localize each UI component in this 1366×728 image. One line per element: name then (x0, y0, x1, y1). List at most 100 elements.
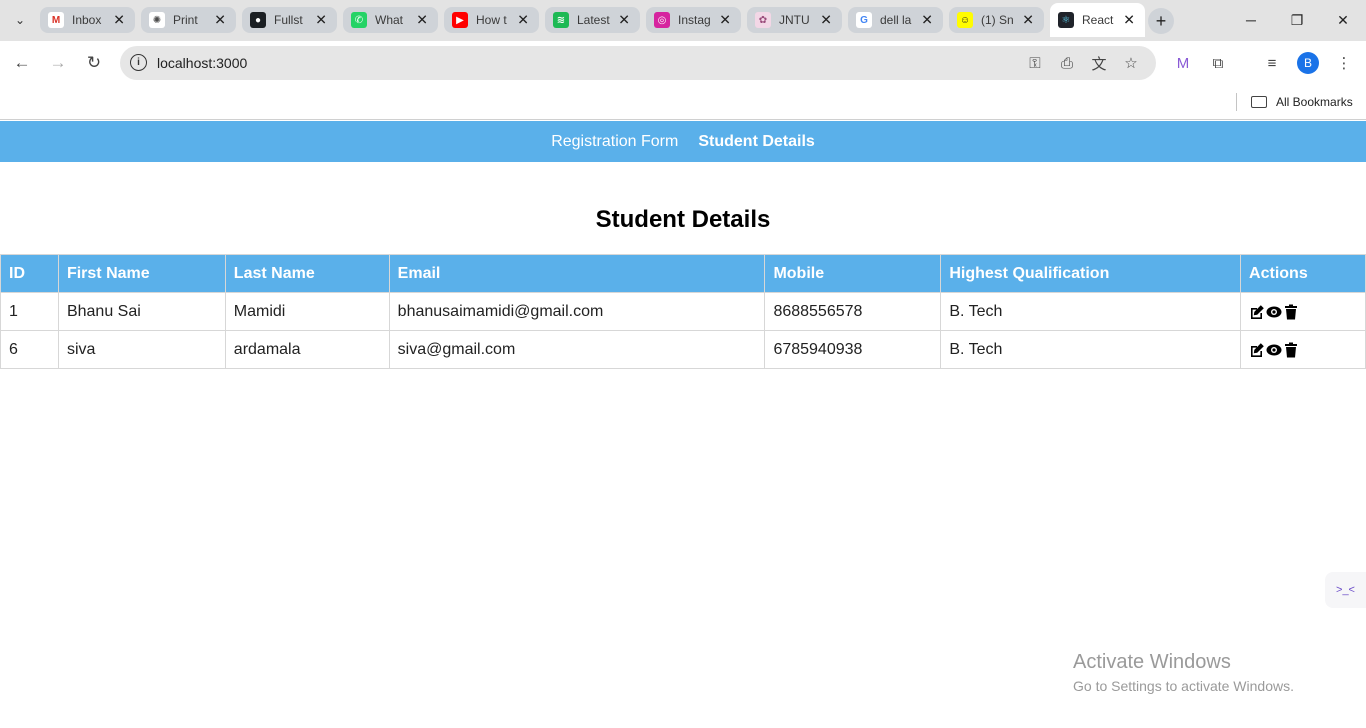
close-tab-icon[interactable]: ✕ (1123, 12, 1135, 29)
cell-email: siva@gmail.com (388, 330, 766, 369)
cell-id: 1 (0, 292, 59, 331)
tab-title: (1) Sn (981, 13, 1014, 27)
install-app-icon[interactable]: ⎙ (1057, 54, 1077, 72)
cell-id: 6 (0, 330, 59, 369)
browser-tab[interactable]: Gdell la ✕ (848, 7, 943, 33)
cell-mobile: 6785940938 (764, 330, 942, 369)
view-eye-icon[interactable] (1266, 342, 1282, 358)
browser-tab[interactable]: M Inbox ✕ (40, 7, 135, 33)
close-tab-icon[interactable]: ✕ (618, 12, 630, 29)
snapchat-icon: ☺ (957, 12, 973, 28)
row-actions (1249, 304, 1357, 320)
delete-trash-icon[interactable] (1283, 304, 1299, 320)
header-first-name: First Name (57, 254, 226, 293)
close-tab-icon[interactable]: ✕ (416, 12, 428, 29)
browser-tab[interactable]: ✆ What ✕ (343, 7, 438, 33)
tab-strip: ⌄ M Inbox ✕ ✺ Print ✕ ● Fullst ✕ ✆ What ✕ ▶ How t… (0, 0, 1366, 41)
delete-trash-icon[interactable] (1283, 342, 1299, 358)
cell-first-name: Bhanu Sai (57, 292, 226, 331)
minimize-icon[interactable]: ─ (1228, 6, 1274, 34)
reload-icon[interactable]: ↻ (82, 51, 106, 75)
gmail-icon: M (48, 12, 64, 28)
table-row: 1 Bhanu Sai Mamidi bhanusaimamidi@gmail.… (0, 292, 1366, 331)
forward-icon[interactable]: → (46, 51, 70, 75)
url-text[interactable]: localhost:3000 (157, 55, 247, 71)
cell-actions (1240, 292, 1366, 331)
close-tab-icon[interactable]: ✕ (820, 12, 832, 29)
table-row: 6 siva ardamala siva@gmail.com 678594093… (0, 330, 1366, 369)
profile-avatar[interactable]: B (1297, 52, 1319, 74)
tab-title: Fullst (274, 13, 303, 27)
browser-toolbar: ← → ↻ i localhost:3000 ⚿ ⎙ 文 ☆ M ⧉ ≡ B ⋮ (0, 41, 1366, 85)
tab-title: React (1082, 13, 1114, 27)
close-tab-icon[interactable]: ✕ (921, 12, 933, 29)
browser-tab[interactable]: ▶ How t ✕ (444, 7, 539, 33)
tab-title: How t (476, 13, 507, 27)
react-icon: ⚛ (1058, 12, 1074, 28)
extension-m-icon[interactable]: M (1172, 52, 1194, 74)
close-tab-icon[interactable]: ✕ (719, 12, 731, 29)
browser-tab[interactable]: ☺ (1) Sn ✕ (949, 7, 1044, 33)
tab-title: Latest (577, 13, 610, 27)
row-actions (1249, 342, 1357, 358)
address-bar[interactable]: i localhost:3000 ⚿ ⎙ 文 ☆ (120, 46, 1156, 80)
cell-qualification: B. Tech (940, 330, 1242, 369)
tab-list: M Inbox ✕ ✺ Print ✕ ● Fullst ✕ ✆ What ✕ ▶ How t ✕ … (40, 3, 1151, 37)
close-tab-icon[interactable]: ✕ (113, 12, 125, 29)
edit-icon[interactable] (1249, 304, 1265, 320)
student-table: ID First Name Last Name Email Mobile Hig… (0, 254, 1366, 369)
browser-tab[interactable]: ≋ Latest ✕ (545, 7, 640, 33)
whatsapp-icon: ✆ (351, 12, 367, 28)
new-tab-button[interactable]: + (1148, 8, 1174, 34)
browser-tab-active[interactable]: ⚛ React ✕ (1050, 3, 1145, 37)
cell-email: bhanusaimamidi@gmail.com (388, 292, 766, 331)
bookmarks-bar: All Bookmarks (0, 85, 1366, 120)
browser-tab[interactable]: ● Fullst ✕ (242, 7, 337, 33)
close-tab-icon[interactable]: ✕ (214, 12, 226, 29)
tab-search-chevron-icon[interactable]: ⌄ (8, 8, 32, 32)
chatgpt-icon: ✺ (149, 12, 165, 28)
edit-icon[interactable] (1249, 342, 1265, 358)
restore-icon[interactable]: ❐ (1274, 6, 1320, 34)
cell-first-name: siva (57, 330, 226, 369)
youtube-icon: ▶ (452, 12, 468, 28)
all-bookmarks-button[interactable]: All Bookmarks (1251, 92, 1353, 112)
tab-title: Inbox (72, 13, 102, 27)
site-info-icon[interactable]: i (130, 54, 147, 71)
password-key-icon[interactable]: ⚿ (1025, 54, 1045, 72)
close-tab-icon[interactable]: ✕ (517, 12, 529, 29)
browser-tab[interactable]: ✺ Print ✕ (141, 7, 236, 33)
tab-title: What (375, 13, 404, 27)
view-eye-icon[interactable] (1266, 304, 1282, 320)
menu-kebab-icon[interactable]: ⋮ (1333, 52, 1355, 74)
browser-tab[interactable]: ◎ Instag ✕ (646, 7, 741, 33)
header-highest-qualification: Highest Qualification (940, 254, 1242, 293)
instagram-icon: ◎ (654, 12, 670, 28)
bookmarks-divider (1236, 93, 1237, 111)
close-tab-icon[interactable]: ✕ (315, 12, 327, 29)
google-icon: G (856, 12, 872, 28)
tab-title: Instag (678, 13, 711, 27)
app-navbar: Registration Form Student Details (0, 121, 1366, 162)
tab-title: Print (173, 13, 198, 27)
media-control-icon[interactable]: ≡ (1261, 52, 1283, 74)
side-panel-widget-icon[interactable]: >_< (1325, 572, 1366, 608)
back-icon[interactable]: ← (10, 51, 34, 75)
close-window-icon[interactable]: ✕ (1320, 6, 1366, 34)
nav-registration-form-link[interactable]: Registration Form (551, 133, 678, 151)
spotify-icon: ≋ (553, 12, 569, 28)
nav-student-details-link[interactable]: Student Details (698, 133, 814, 151)
activate-windows-watermark: Activate Windows Go to Settings to activ… (1073, 651, 1294, 694)
cell-qualification: B. Tech (940, 292, 1242, 331)
header-id: ID (0, 254, 59, 293)
extensions-puzzle-icon[interactable]: ⧉ (1207, 52, 1229, 74)
table-header-row: ID First Name Last Name Email Mobile Hig… (0, 254, 1366, 293)
cell-last-name: Mamidi (224, 292, 390, 331)
jntu-icon: ✿ (755, 12, 771, 28)
browser-tab[interactable]: ✿ JNTU ✕ (747, 7, 842, 33)
translate-icon[interactable]: 文 (1089, 54, 1109, 73)
close-tab-icon[interactable]: ✕ (1022, 12, 1034, 29)
bookmark-star-icon[interactable]: ☆ (1121, 54, 1141, 72)
github-icon: ● (250, 12, 266, 28)
watermark-subtitle: Go to Settings to activate Windows. (1073, 678, 1294, 694)
